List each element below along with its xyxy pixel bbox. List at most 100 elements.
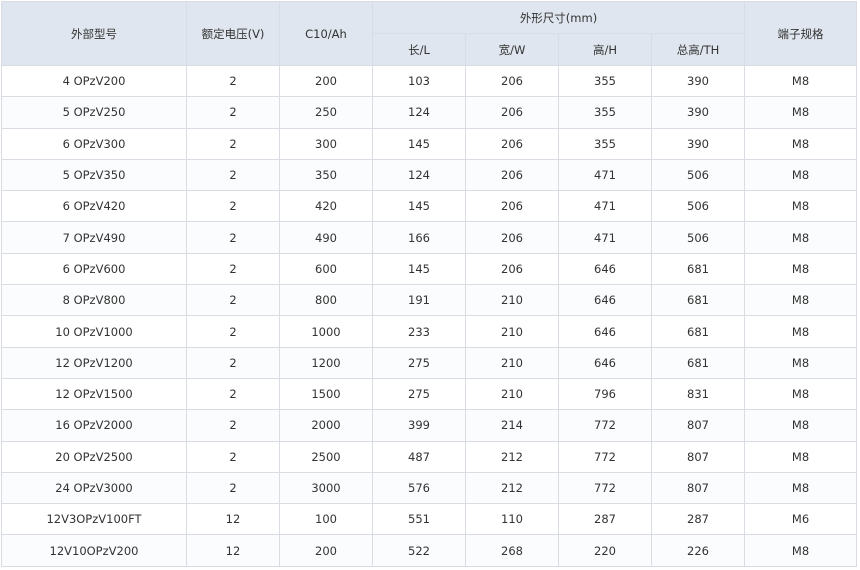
page: 外部型号 额定电压(V) C10/Ah 外形尺寸(mm) 端子规格 长/L 宽/…: [0, 0, 860, 570]
cell-height: 646: [558, 284, 652, 317]
table-row: 12 OPzV1500 2 1500 275 210 796 831 M8: [1, 377, 858, 411]
cell-terminal: M8: [744, 96, 858, 129]
cell-capacity: 1000: [279, 315, 373, 348]
cell-total-height: 807: [650, 471, 746, 505]
cell-total-height: 390: [650, 127, 746, 160]
cell-terminal: M8: [744, 64, 858, 98]
cell-terminal: M8: [744, 471, 858, 505]
cell-voltage: 2: [186, 158, 280, 192]
cell-width: 210: [465, 377, 559, 411]
cell-capacity: 300: [279, 127, 373, 160]
cell-voltage: 2: [186, 409, 280, 442]
cell-model: 6 OPzV600: [1, 252, 187, 286]
cell-total-height: 681: [650, 252, 746, 286]
cell-voltage: 2: [186, 346, 280, 379]
cell-capacity: 2000: [279, 409, 373, 442]
table-row: 12 OPzV1200 2 1200 275 210 646 681 M8: [1, 346, 858, 379]
cell-length: 576: [372, 471, 466, 505]
cell-terminal: M8: [744, 346, 858, 379]
cell-capacity: 490: [279, 221, 373, 254]
cell-voltage: 2: [186, 252, 280, 286]
header-terminal: 端子规格: [744, 1, 858, 66]
cell-width: 206: [465, 158, 559, 192]
cell-voltage: 2: [186, 440, 280, 473]
cell-height: 772: [558, 409, 652, 442]
cell-model: 5 OPzV250: [1, 96, 187, 129]
cell-width: 206: [465, 221, 559, 254]
cell-length: 166: [372, 221, 466, 254]
cell-height: 646: [558, 252, 652, 286]
cell-total-height: 831: [650, 377, 746, 411]
cell-capacity: 200: [279, 534, 373, 567]
table-row: 12V3OPzV100FT 12 100 551 110 287 287 M6: [1, 503, 858, 536]
cell-length: 233: [372, 315, 466, 348]
cell-length: 145: [372, 252, 466, 286]
header-dimensions: 外形尺寸(mm): [371, 1, 746, 34]
cell-length: 551: [372, 503, 466, 536]
header-total-height: 总高/TH: [650, 33, 746, 66]
table-row: 12V10OPzV200 12 200 522 268 220 226 M8: [1, 534, 858, 567]
cell-model: 10 OPzV1000: [1, 315, 187, 348]
cell-height: 646: [558, 346, 652, 379]
table-row: 5 OPzV250 2 250 124 206 355 390 M8: [1, 96, 858, 129]
table-row: 4 OPzV200 2 200 103 206 355 390 M8: [1, 64, 858, 98]
cell-length: 145: [372, 190, 466, 223]
cell-capacity: 800: [279, 284, 373, 317]
cell-voltage: 2: [186, 221, 280, 254]
header-model: 外部型号: [1, 1, 187, 66]
cell-voltage: 12: [186, 534, 280, 567]
cell-terminal: M6: [744, 503, 858, 536]
cell-voltage: 2: [186, 64, 280, 98]
table-row: 6 OPzV600 2 600 145 206 646 681 M8: [1, 252, 858, 286]
cell-voltage: 2: [186, 96, 280, 129]
cell-length: 124: [372, 96, 466, 129]
header-row-top: 外部型号 额定电压(V) C10/Ah 外形尺寸(mm) 端子规格: [1, 1, 858, 66]
cell-length: 103: [372, 64, 466, 98]
header-length: 长/L: [372, 33, 466, 66]
cell-model: 8 OPzV800: [1, 284, 187, 317]
header-height: 高/H: [558, 33, 652, 66]
cell-length: 275: [372, 377, 466, 411]
cell-width: 212: [465, 471, 559, 505]
table-row: 7 OPzV490 2 490 166 206 471 506 M8: [1, 221, 858, 254]
cell-total-height: 287: [650, 503, 746, 536]
cell-height: 355: [558, 96, 652, 129]
cell-length: 275: [372, 346, 466, 379]
cell-model: 7 OPzV490: [1, 221, 187, 254]
cell-total-height: 807: [650, 440, 746, 473]
cell-model: 20 OPzV2500: [1, 440, 187, 473]
cell-height: 772: [558, 440, 652, 473]
cell-model: 12 OPzV1500: [1, 377, 187, 411]
cell-length: 124: [372, 158, 466, 192]
cell-height: 220: [558, 534, 652, 567]
header-capacity: C10/Ah: [279, 1, 373, 66]
cell-total-height: 226: [650, 534, 746, 567]
cell-model: 4 OPzV200: [1, 64, 187, 98]
cell-model: 6 OPzV300: [1, 127, 187, 160]
cell-height: 471: [558, 190, 652, 223]
cell-terminal: M8: [744, 221, 858, 254]
cell-width: 210: [465, 346, 559, 379]
cell-model: 6 OPzV420: [1, 190, 187, 223]
cell-terminal: M8: [744, 252, 858, 286]
cell-width: 110: [465, 503, 559, 536]
cell-model: 12V10OPzV200: [1, 534, 187, 567]
cell-capacity: 420: [279, 190, 373, 223]
table-row: 8 OPzV800 2 800 191 210 646 681 M8: [1, 284, 858, 317]
cell-capacity: 2500: [279, 440, 373, 473]
cell-capacity: 1500: [279, 377, 373, 411]
cell-total-height: 681: [650, 315, 746, 348]
cell-width: 206: [465, 252, 559, 286]
table-row: 6 OPzV300 2 300 145 206 355 390 M8: [1, 127, 858, 160]
cell-capacity: 350: [279, 158, 373, 192]
header-width: 宽/W: [465, 33, 559, 66]
cell-capacity: 3000: [279, 471, 373, 505]
cell-terminal: M8: [744, 534, 858, 567]
cell-width: 212: [465, 440, 559, 473]
cell-voltage: 2: [186, 471, 280, 505]
cell-voltage: 12: [186, 503, 280, 536]
cell-terminal: M8: [744, 377, 858, 411]
table-body: 4 OPzV200 2 200 103 206 355 390 M8 5 OPzV250 2 250…: [1, 64, 858, 567]
cell-height: 772: [558, 471, 652, 505]
cell-length: 487: [372, 440, 466, 473]
